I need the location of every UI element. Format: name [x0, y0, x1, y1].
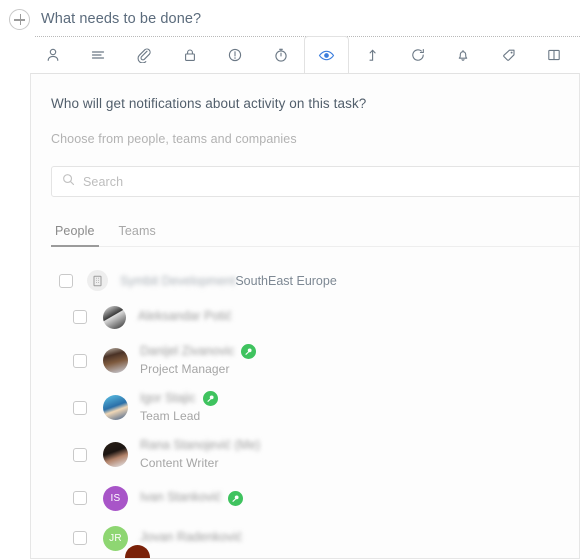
person-role: Content Writer [140, 456, 219, 471]
search-input[interactable]: Search [51, 166, 579, 197]
stopwatch-icon [273, 47, 289, 63]
avatar-initials: JR [109, 532, 122, 544]
person-checkbox[interactable] [73, 531, 87, 545]
avatar [103, 442, 128, 467]
person-name: Ivan Stanković [140, 490, 222, 505]
exclamation-circle-icon [227, 47, 243, 63]
company-name-visible: SouthEast Europe [235, 273, 337, 288]
tab-attachments[interactable] [121, 37, 167, 73]
person-role: Project Manager [140, 362, 230, 377]
tab-priority[interactable] [212, 37, 258, 73]
lines-icon [90, 47, 106, 63]
columns-icon [546, 47, 562, 63]
tab-privacy[interactable] [167, 37, 213, 73]
person-checkbox[interactable] [73, 353, 87, 368]
tab-board[interactable] [532, 37, 578, 73]
lock-icon [182, 47, 198, 63]
paperclip-icon [136, 47, 152, 63]
person-name: Aleksandar Potić [138, 309, 232, 324]
bell-icon [455, 47, 471, 63]
person-role: Team Lead [140, 409, 201, 424]
person-checkbox[interactable] [73, 491, 87, 505]
task-title-row: What needs to be done? [0, 0, 580, 38]
eye-icon [318, 47, 335, 64]
search-placeholder: Search [83, 174, 124, 189]
tab-reminders[interactable] [440, 37, 486, 73]
tab-tags[interactable] [486, 37, 532, 73]
followers-panel: Who will get notifications about activit… [30, 73, 580, 559]
person-checkbox[interactable] [73, 400, 87, 415]
subtab-people[interactable]: People [51, 224, 99, 247]
tab-followers[interactable] [303, 36, 350, 73]
company-name: Symbit DevelopmentSouthEast Europe [120, 274, 337, 288]
key-icon [202, 391, 218, 406]
search-icon [62, 173, 75, 191]
company-name-blurred: Symbit Development [120, 273, 236, 288]
tag-icon [501, 47, 517, 63]
list-item[interactable]: Igor Stajic Team Lead [51, 384, 559, 431]
avatar: IS [103, 485, 128, 511]
person-checkbox[interactable] [73, 310, 87, 324]
panel-subheading: Choose from people, teams and companies [51, 132, 297, 146]
person-name: Danijel Zivanovic [140, 343, 235, 358]
list-item[interactable]: Rana Stanojević (Me) Content Writer [51, 431, 559, 478]
arrow-up-icon [364, 47, 380, 63]
tab-assignee[interactable] [30, 37, 76, 73]
avatar [103, 348, 128, 373]
people-teams-tabs: People Teams [51, 217, 579, 247]
avatar [103, 395, 128, 420]
avatar: JR [103, 525, 128, 551]
panel-heading: Who will get notifications about activit… [51, 96, 367, 111]
tab-time[interactable] [258, 37, 304, 73]
building-icon [87, 270, 108, 291]
plus-circle-icon[interactable] [9, 8, 30, 30]
avatar [103, 305, 126, 329]
person-checkbox[interactable] [73, 447, 87, 462]
person-name: Jovan Radenković [140, 530, 243, 545]
company-checkbox[interactable] [59, 273, 73, 288]
person-icon [45, 47, 61, 63]
key-icon [228, 490, 244, 506]
tab-strip [30, 36, 580, 73]
list-item[interactable]: IS Ivan Stanković [51, 478, 559, 518]
tab-repeat[interactable] [395, 37, 441, 73]
subtab-teams[interactable]: Teams [115, 224, 160, 246]
list-item[interactable]: Aleksandar Potić [51, 297, 559, 337]
list-item[interactable]: Danijel Zivanovic Project Manager [51, 337, 559, 384]
task-title-input[interactable]: What needs to be done? [41, 11, 201, 27]
list-item-company[interactable]: Symbit DevelopmentSouthEast Europe [51, 264, 559, 297]
refresh-icon [410, 47, 426, 63]
avatar-initials: IS [110, 492, 121, 504]
tab-dependencies[interactable] [349, 37, 395, 73]
key-icon [241, 344, 257, 359]
person-name: Rana Stanojević (Me) [140, 437, 261, 452]
person-name: Igor Stajic [140, 390, 196, 405]
tab-description[interactable] [76, 37, 122, 73]
followers-list: Symbit DevelopmentSouthEast Europe Aleks… [51, 264, 559, 558]
